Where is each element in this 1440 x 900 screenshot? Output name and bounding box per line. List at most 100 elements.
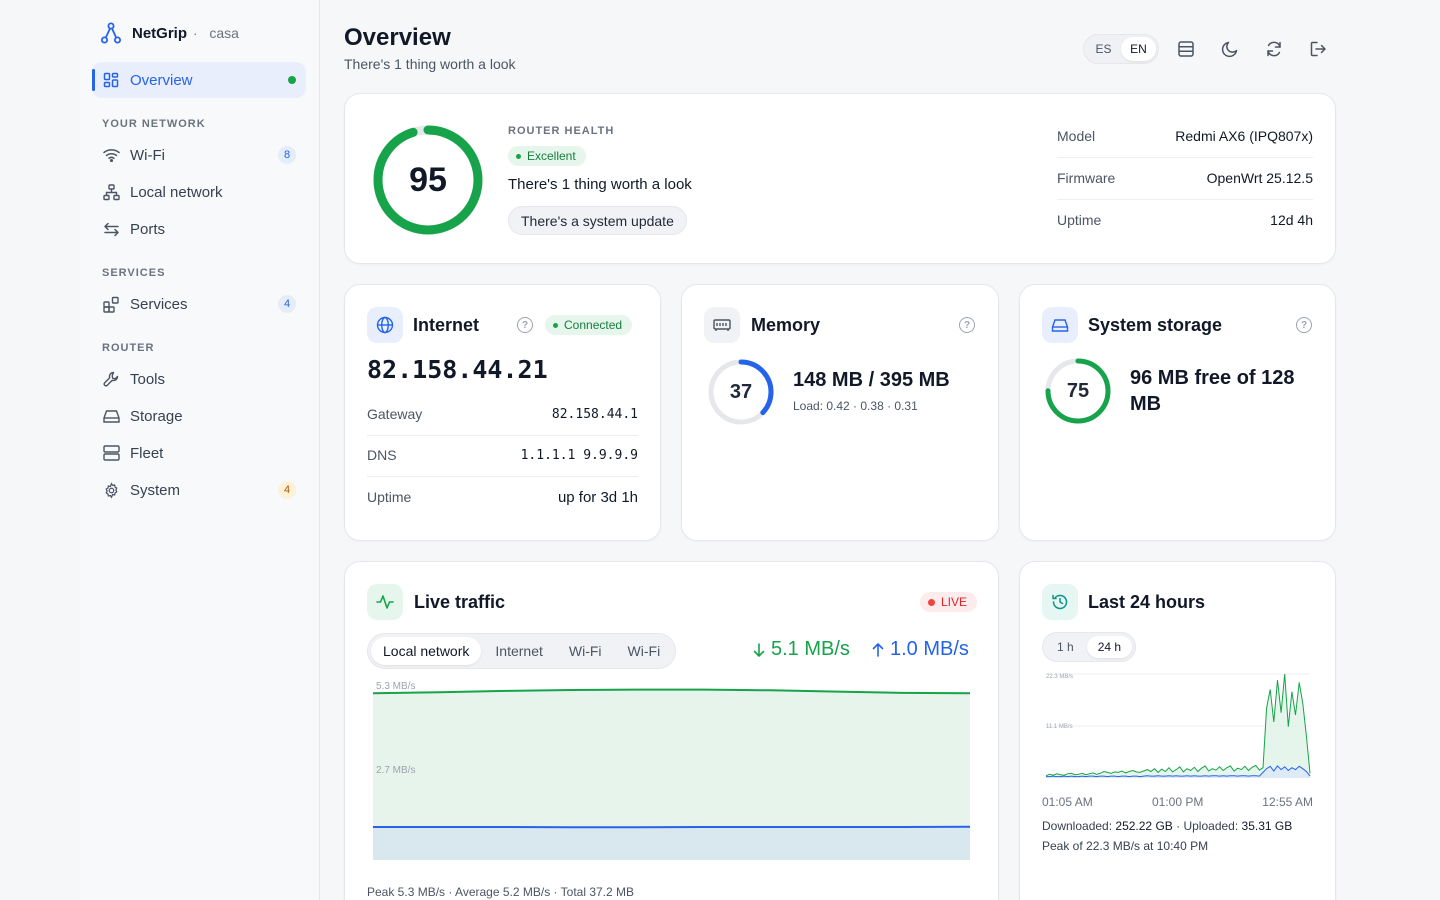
model-value: Redmi AX6 (IPQ807x) xyxy=(1175,128,1313,144)
theme-toggle-button[interactable] xyxy=(1218,37,1242,61)
downloaded-value: 252.22 GB xyxy=(1115,819,1173,833)
sidebar-item-overview[interactable]: Overview xyxy=(92,62,306,98)
peak-info: Peak of 22.3 MB/s at 10:40 PM xyxy=(1042,839,1209,853)
site-name: casa xyxy=(209,25,239,41)
live-traffic-title: Live traffic xyxy=(414,592,506,612)
lang-en[interactable]: EN xyxy=(1121,37,1156,61)
badge-text: Connected xyxy=(564,318,623,332)
sidebar-item-services[interactable]: Services 4 xyxy=(92,286,306,322)
memory-card: Memory ? 37 148 MB / 395 MB Load: 0.42 ·… xyxy=(681,284,999,541)
system-update-button[interactable]: There's a system update xyxy=(508,206,687,235)
sidebar-item-tools[interactable]: Tools xyxy=(92,361,306,397)
divider xyxy=(1057,157,1313,158)
memory-usage: 148 MB / 395 MB xyxy=(793,369,950,391)
upload-line xyxy=(373,825,971,829)
range-24h[interactable]: 24 h xyxy=(1086,636,1133,658)
dns-value: 1.1.1.1 9.9.9.9 xyxy=(520,448,638,463)
language-switch[interactable]: ES EN xyxy=(1083,34,1159,64)
arrows-left-right-icon xyxy=(102,220,120,238)
public-ip: 82.158.44.21 xyxy=(367,355,548,384)
internet-card: Internet ? Connected 82.158.44.21 Gatewa… xyxy=(344,284,661,541)
x-axis-mid: 01:00 PM xyxy=(1152,795,1204,809)
upload-area xyxy=(373,826,970,860)
sidebar: NetGrip · casa Overview YOUR NETWORK Wi-… xyxy=(80,0,320,900)
history-chart: 22.3 MB/s 11.1 MB/s xyxy=(1045,673,1311,778)
memory-chip-icon xyxy=(704,307,740,343)
netgrip-logo-icon xyxy=(100,21,122,45)
dns-label: DNS xyxy=(367,447,397,463)
sidebar-item-wifi[interactable]: Wi-Fi 8 xyxy=(92,137,306,173)
page-subtitle: There's 1 thing worth a look xyxy=(344,56,516,72)
y-tick-label: 2.7 MB/s xyxy=(376,765,415,776)
internet-uptime-label: Uptime xyxy=(367,489,412,505)
last-24-hours-card: Last 24 hours 1 h 24 h 22.3 MB/s 11.1 MB/… xyxy=(1019,561,1336,900)
moon-icon xyxy=(1221,41,1238,58)
section-services: SERVICES xyxy=(102,267,166,279)
tab-wifi[interactable]: Wi-Fi xyxy=(557,637,614,665)
section-router: ROUTER xyxy=(102,342,155,354)
health-status-badge: Excellent xyxy=(508,146,586,166)
gear-icon xyxy=(102,481,120,499)
sidebar-item-local-network[interactable]: Local network xyxy=(92,174,306,210)
router-health-card: 95 ROUTER HEALTH Excellent There's 1 thi… xyxy=(344,93,1336,264)
sidebar-item-ports[interactable]: Ports xyxy=(92,211,306,247)
download-rate-value: 5.1 MB/s xyxy=(771,638,850,660)
storage-title: System storage xyxy=(1088,315,1223,335)
x-axis-start: 01:05 AM xyxy=(1042,795,1093,809)
transfer-totals: Downloaded: 252.22 GB · Uploaded: 35.31 … xyxy=(1042,819,1292,833)
divider xyxy=(1057,199,1313,200)
apps-icon xyxy=(102,295,120,313)
range-1h[interactable]: 1 h xyxy=(1046,636,1085,658)
tab-local-network[interactable]: Local network xyxy=(371,637,482,665)
traffic-summary: Peak 5.3 MB/s · Average 5.2 MB/s · Total… xyxy=(367,885,635,899)
lang-es[interactable]: ES xyxy=(1086,37,1121,61)
separator: · xyxy=(1176,819,1181,833)
sidebar-item-fleet[interactable]: Fleet xyxy=(92,435,306,471)
layout-list-icon xyxy=(1178,41,1194,57)
health-section-label: ROUTER HEALTH xyxy=(508,125,615,137)
logout-button[interactable] xyxy=(1306,37,1330,61)
activity-icon xyxy=(367,584,403,620)
x-axis-end: 12:55 AM xyxy=(1262,795,1313,809)
wrench-icon xyxy=(102,370,120,388)
upload-rate-value: 1.0 MB/s xyxy=(890,638,969,660)
traffic-source-tabs: Local network Internet Wi-Fi Wi-Fi xyxy=(367,633,677,669)
live-badge: LIVE xyxy=(920,592,978,612)
storage-percent: 75 xyxy=(1066,379,1090,402)
sidebar-item-label: Tools xyxy=(130,370,166,388)
sidebar-item-system[interactable]: System 4 xyxy=(92,472,306,508)
connection-status-badge: Connected xyxy=(545,315,633,335)
layout-button[interactable] xyxy=(1174,37,1198,61)
history-range-tabs: 1 h 24 h xyxy=(1042,632,1137,662)
dashboard-icon xyxy=(102,71,120,89)
count-badge: 4 xyxy=(278,481,296,499)
internet-title: Internet xyxy=(413,315,480,335)
tab-internet[interactable]: Internet xyxy=(483,637,554,665)
brand[interactable]: NetGrip · casa xyxy=(100,20,239,46)
hard-drive-icon xyxy=(102,407,120,425)
help-icon[interactable]: ? xyxy=(517,317,533,333)
internet-uptime-value: up for 3d 1h xyxy=(557,489,638,506)
system-storage-card: System storage ? 75 96 MB free of 128 MB xyxy=(1019,284,1336,541)
help-icon[interactable]: ? xyxy=(1296,317,1312,333)
divider xyxy=(367,435,638,436)
model-label: Model xyxy=(1057,128,1096,144)
sidebar-item-label: Overview xyxy=(130,71,193,89)
arrow-up-icon xyxy=(872,642,884,657)
badge-text: LIVE xyxy=(941,595,968,609)
sidebar-item-storage[interactable]: Storage xyxy=(92,398,306,434)
network-icon xyxy=(102,183,120,201)
tab-wifi-2[interactable]: Wi-Fi xyxy=(616,637,673,665)
downloaded-label: Downloaded: xyxy=(1042,819,1113,833)
sidebar-item-label: Fleet xyxy=(130,444,164,462)
firmware-value: OpenWrt 25.12.5 xyxy=(1206,170,1313,186)
live-traffic-card: Live traffic LIVE Local network Internet… xyxy=(344,561,999,900)
help-icon[interactable]: ? xyxy=(959,317,975,333)
y-tick-label: 5.3 MB/s xyxy=(376,681,415,692)
last-24-hours-title: Last 24 hours xyxy=(1088,592,1206,612)
hard-drive-icon xyxy=(1042,307,1078,343)
history-icon xyxy=(1042,584,1078,620)
refresh-button[interactable] xyxy=(1262,37,1286,61)
health-message: There's 1 thing worth a look xyxy=(508,176,692,193)
section-your-network: YOUR NETWORK xyxy=(102,118,206,130)
